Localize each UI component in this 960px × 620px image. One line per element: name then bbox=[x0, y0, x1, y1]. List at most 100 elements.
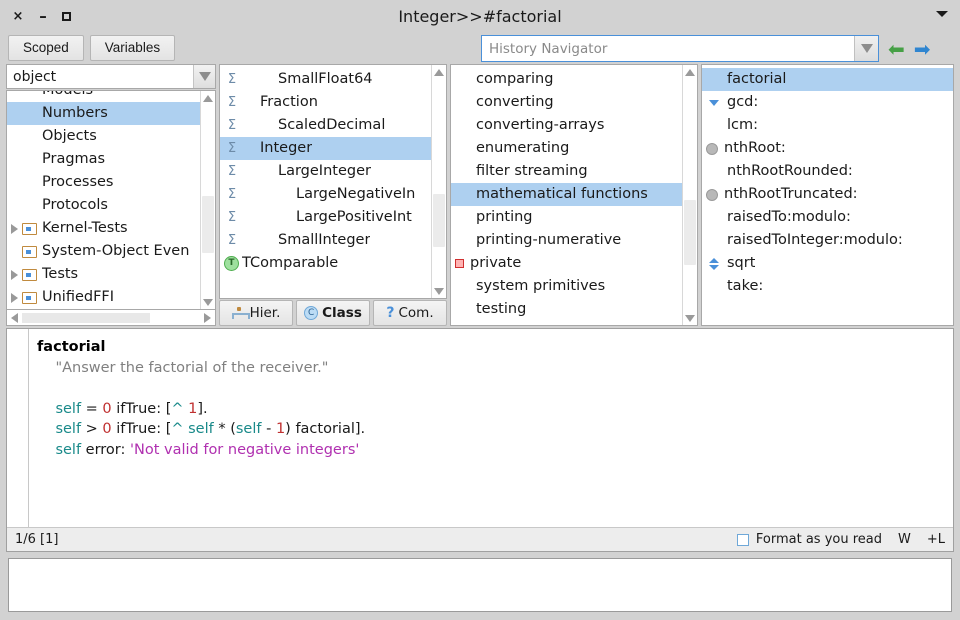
packages-list[interactable]: Models Numbers Objects Pragmas Processes Prot… bbox=[6, 90, 216, 310]
package-item[interactable]: Protocols bbox=[7, 194, 200, 217]
protocols-list[interactable]: comparing converting converting-arrays enum… bbox=[450, 64, 698, 326]
scroll-right-icon[interactable] bbox=[200, 311, 215, 325]
chevron-right-icon[interactable] bbox=[11, 292, 18, 303]
scroll-down-icon[interactable] bbox=[432, 284, 446, 298]
protocol-item[interactable]: converting bbox=[451, 91, 682, 114]
method-item[interactable]: lcm: bbox=[702, 114, 953, 137]
class-sigma-icon: Σ bbox=[227, 118, 237, 133]
package-item[interactable]: Tests bbox=[7, 263, 200, 286]
chevron-right-icon[interactable] bbox=[11, 223, 18, 234]
protocol-item[interactable]: system primitives bbox=[451, 275, 682, 298]
class-item-label: LargePositiveInt bbox=[296, 209, 412, 225]
class-item[interactable]: Σ LargeNegativeIn bbox=[220, 183, 431, 206]
package-item[interactable]: System-Object Even bbox=[7, 240, 200, 263]
class-item[interactable]: Σ ScaledDecimal bbox=[220, 114, 431, 137]
methods-list[interactable]: factorial gcd: lcm: nthRoot: nthRootRounded:… bbox=[701, 64, 954, 326]
class-item[interactable]: Σ Integer bbox=[220, 137, 431, 160]
window-menu-icon[interactable] bbox=[936, 11, 948, 17]
protocol-item[interactable]: mathematical functions bbox=[451, 183, 682, 206]
variables-button[interactable]: Variables bbox=[89, 35, 176, 61]
scroll-left-icon[interactable] bbox=[7, 311, 22, 325]
protocol-item[interactable]: filter streaming bbox=[451, 160, 682, 183]
package-filter-dropdown-button[interactable] bbox=[193, 65, 215, 88]
method-item[interactable]: raisedTo:modulo: bbox=[702, 206, 953, 229]
forward-arrow-icon[interactable]: ➡ bbox=[914, 39, 931, 59]
maximize-icon[interactable] bbox=[62, 11, 71, 21]
scroll-down-icon[interactable] bbox=[201, 295, 215, 309]
class-item[interactable]: Σ LargeInteger bbox=[220, 160, 431, 183]
protocols-scroll-thumb[interactable] bbox=[684, 199, 696, 265]
protocols-list-inner: comparing converting converting-arrays enum… bbox=[451, 65, 682, 325]
protocol-item[interactable]: printing bbox=[451, 206, 682, 229]
packages-hscroll-thumb[interactable] bbox=[22, 312, 151, 323]
methods-list-inner: factorial gcd: lcm: nthRoot: nthRootRounded:… bbox=[702, 65, 953, 325]
package-item[interactable]: Models bbox=[7, 91, 200, 102]
classes-vscrollbar[interactable] bbox=[431, 65, 446, 298]
packages-hscrollbar[interactable] bbox=[6, 310, 216, 326]
protocol-item-label: printing-numerative bbox=[476, 232, 622, 248]
wrap-toggle-button[interactable]: W bbox=[898, 532, 911, 547]
class-item[interactable]: Σ Fraction bbox=[220, 91, 431, 114]
package-item[interactable]: UnifiedFFI bbox=[7, 286, 200, 309]
protocol-item[interactable]: private bbox=[451, 252, 682, 275]
protocol-item[interactable]: enumerating bbox=[451, 137, 682, 160]
package-item[interactable]: Objects bbox=[7, 125, 200, 148]
tab-hier[interactable]: Hier. bbox=[219, 300, 293, 326]
class-item[interactable]: T TComparable bbox=[220, 252, 431, 275]
source-code-text[interactable]: factorial "Answer the factorial of the r… bbox=[29, 329, 953, 527]
system-browser-window: × – Integer>>#factorial Scoped Variables… bbox=[0, 0, 960, 620]
package-item[interactable]: Numbers bbox=[7, 102, 200, 125]
protocol-item[interactable]: comparing bbox=[451, 68, 682, 91]
class-item[interactable]: Σ SmallInteger bbox=[220, 229, 431, 252]
method-item[interactable]: take: bbox=[702, 275, 953, 298]
classes-panel: Σ SmallFloat64 Σ Fraction Σ ScaledDecimal Σ Int… bbox=[219, 64, 447, 326]
scroll-up-icon[interactable] bbox=[683, 65, 697, 79]
packages-scroll-track[interactable] bbox=[201, 105, 215, 295]
method-item[interactable]: factorial bbox=[702, 68, 953, 91]
protocols-vscrollbar[interactable] bbox=[682, 65, 697, 325]
protocol-item[interactable]: converting-arrays bbox=[451, 114, 682, 137]
scroll-down-icon[interactable] bbox=[683, 311, 697, 325]
package-filter-combo[interactable]: object bbox=[6, 64, 216, 89]
packages-hscroll-track[interactable] bbox=[22, 312, 200, 324]
class-sigma-icon: Σ bbox=[227, 187, 237, 202]
packages-scroll-thumb[interactable] bbox=[202, 196, 214, 254]
close-icon[interactable]: × bbox=[12, 10, 24, 23]
package-item[interactable]: Pragmas bbox=[7, 148, 200, 171]
tab-class[interactable]: C Class bbox=[296, 300, 370, 326]
format-as-you-read-checkbox[interactable] bbox=[736, 533, 749, 546]
packages-vscrollbar[interactable] bbox=[200, 91, 215, 309]
scroll-up-icon[interactable] bbox=[201, 91, 215, 105]
protocol-item[interactable]: testing bbox=[451, 298, 682, 321]
chevron-right-icon[interactable] bbox=[11, 269, 18, 280]
code-editor-body[interactable]: factorial "Answer the factorial of the r… bbox=[7, 329, 953, 527]
method-item[interactable]: nthRootTruncated: bbox=[702, 183, 953, 206]
scoped-button[interactable]: Scoped bbox=[8, 35, 84, 61]
code-token: "Answer the factorial of the receiver." bbox=[55, 359, 329, 376]
history-navigator-input[interactable]: History Navigator bbox=[481, 35, 879, 62]
method-item[interactable]: nthRoot: bbox=[702, 137, 953, 160]
bottom-text-input[interactable] bbox=[8, 558, 952, 612]
tab-com[interactable]: ? Com. bbox=[373, 300, 447, 326]
minimize-icon[interactable]: – bbox=[37, 8, 49, 23]
class-item-label: Integer bbox=[260, 140, 313, 156]
class-item[interactable]: Σ SmallFloat64 bbox=[220, 68, 431, 91]
protocols-scroll-track[interactable] bbox=[683, 79, 697, 311]
package-item[interactable]: Kernel-Tests bbox=[7, 217, 200, 240]
history-dropdown-button[interactable] bbox=[854, 36, 878, 61]
method-item[interactable]: raisedToInteger:modulo: bbox=[702, 229, 953, 252]
method-item[interactable]: gcd: bbox=[702, 91, 953, 114]
classes-scroll-track[interactable] bbox=[432, 79, 446, 284]
line-numbers-toggle-button[interactable]: +L bbox=[927, 532, 945, 547]
method-item[interactable]: sqrt bbox=[702, 252, 953, 275]
package-item[interactable]: Processes bbox=[7, 171, 200, 194]
back-arrow-icon[interactable]: ⬅ bbox=[888, 39, 905, 59]
method-item[interactable]: nthRootRounded: bbox=[702, 160, 953, 183]
scroll-up-icon[interactable] bbox=[432, 65, 446, 79]
classes-scroll-thumb[interactable] bbox=[433, 193, 445, 248]
classes-list[interactable]: Σ SmallFloat64 Σ Fraction Σ ScaledDecimal Σ Int… bbox=[219, 64, 447, 299]
classes-list-inner: Σ SmallFloat64 Σ Fraction Σ ScaledDecimal Σ Int… bbox=[220, 65, 431, 298]
protocol-item-label: testing bbox=[476, 301, 527, 317]
protocol-item[interactable]: printing-numerative bbox=[451, 229, 682, 252]
class-item[interactable]: Σ LargePositiveInt bbox=[220, 206, 431, 229]
